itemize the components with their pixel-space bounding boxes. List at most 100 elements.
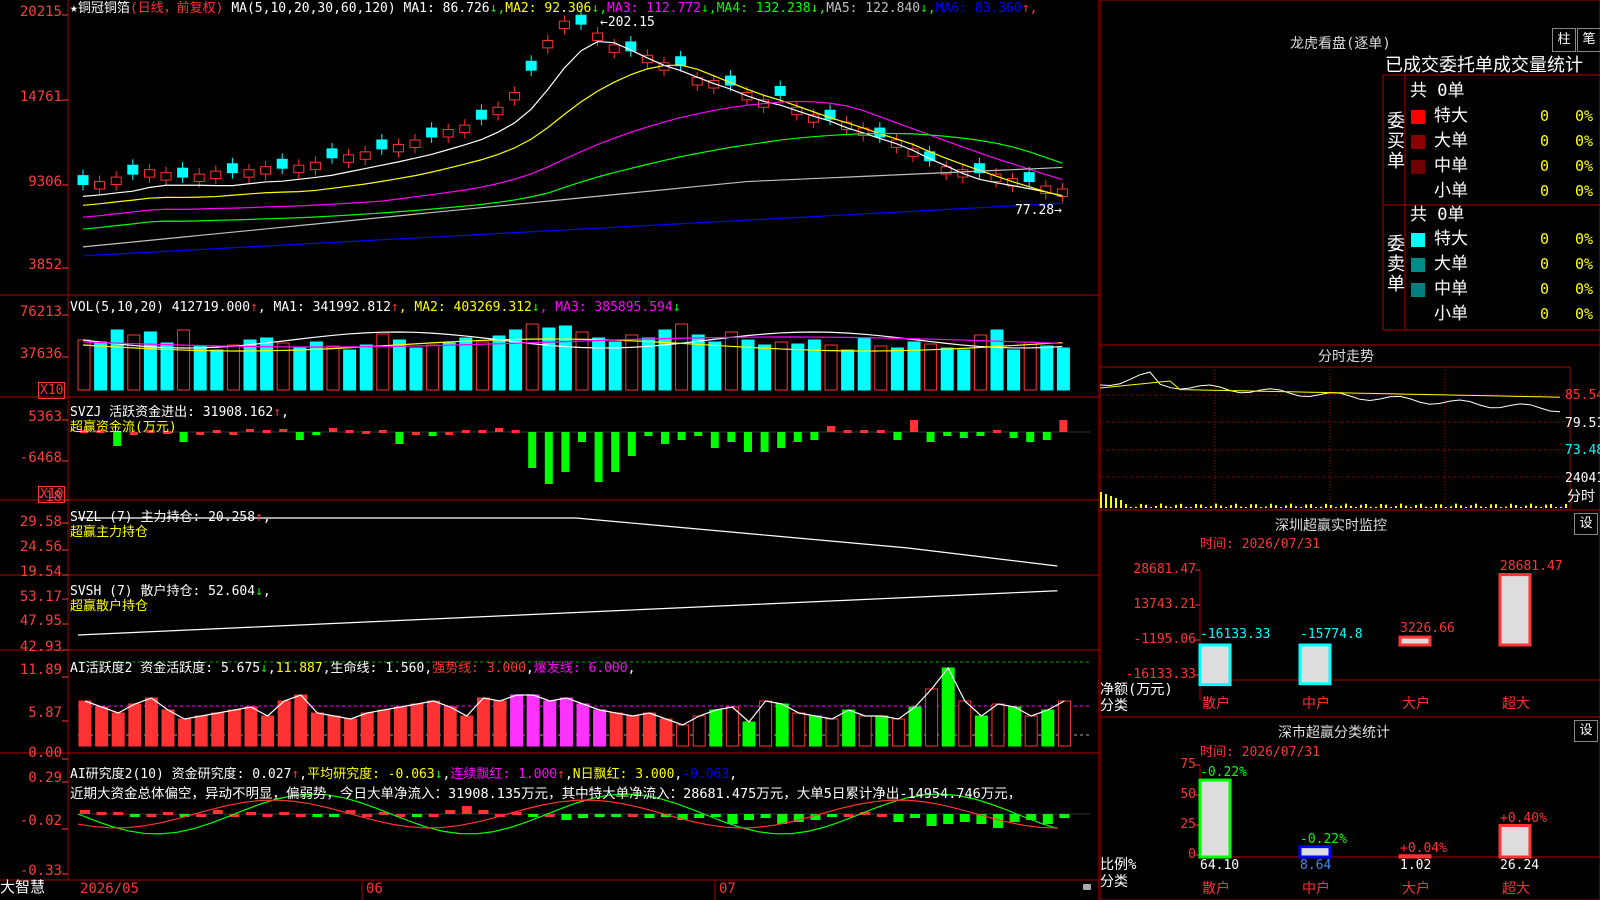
candle-body xyxy=(525,60,537,71)
intraday-vol-bar xyxy=(1125,504,1127,508)
candle-body xyxy=(94,181,106,190)
svzj-bar xyxy=(760,432,769,452)
intraday-vol-bar xyxy=(1105,494,1107,508)
ai-research-bar xyxy=(329,814,339,817)
vol-multiplier: X10 xyxy=(38,382,66,399)
y-tick-label-vol_panel: 37636 xyxy=(19,346,62,362)
order-type-buy: 中单 xyxy=(1434,156,1468,176)
intraday-vol-bar xyxy=(1275,505,1277,508)
volume-bar xyxy=(1040,345,1054,391)
volume-bar xyxy=(625,334,639,391)
candle-body xyxy=(426,127,438,138)
candle-body xyxy=(177,167,189,178)
ai-research-bar xyxy=(827,814,837,817)
ma-arrow-1: ↓, xyxy=(489,1,506,16)
intraday-vol-bar xyxy=(1475,503,1477,508)
ai2-bar xyxy=(659,718,673,747)
ai-research-bar xyxy=(312,814,323,817)
svzj-bar xyxy=(229,432,238,435)
high-price-mark: ←202.15 xyxy=(600,15,655,30)
svzj-bar xyxy=(843,430,852,433)
sz-class-settings-button[interactable]: 设 xyxy=(1574,720,1598,742)
volume-bar xyxy=(708,341,722,391)
candle-body xyxy=(309,161,321,171)
szcls-bar xyxy=(1498,824,1532,859)
volume-bar xyxy=(874,345,888,391)
intraday-vol-bar xyxy=(1525,505,1527,508)
candle-body xyxy=(575,14,587,25)
svzj-bar xyxy=(943,432,952,436)
stock-name[interactable]: 铜冠铜箔 xyxy=(78,1,130,16)
intraday-vol-bar xyxy=(1445,507,1447,508)
vol-ma-arrow-2: ↓ xyxy=(531,300,540,315)
intraday-vol-bar xyxy=(1310,504,1312,508)
tick-mode-button[interactable]: 笔 xyxy=(1577,28,1600,52)
intraday-vol-bar xyxy=(1395,506,1397,508)
svzj-bar xyxy=(495,428,503,432)
volume-bar xyxy=(758,344,772,391)
intraday-vol-bar xyxy=(1295,506,1297,508)
ai-research-bar xyxy=(727,814,738,824)
bar-mode-button[interactable]: 柱 xyxy=(1552,28,1576,52)
szcls-bar-value: 8.64 xyxy=(1300,858,1332,873)
svzj-bar xyxy=(395,432,404,444)
intraday-vol-bar xyxy=(1405,505,1407,508)
ai2-bar xyxy=(543,700,557,747)
order-type-buy: 大单 xyxy=(1434,131,1468,151)
intraday-vol-bar xyxy=(1325,503,1327,508)
ai-research-bar xyxy=(611,814,622,817)
y-tick-label-svzj_panel: 5363 xyxy=(28,409,62,425)
svzj-bar xyxy=(561,432,570,472)
longhu-title: 龙虎看盘(逐单) xyxy=(1290,36,1391,52)
y-tick-label-svsh_panel: 42.93 xyxy=(19,639,62,655)
ai2-bar xyxy=(891,718,905,747)
intraday-vol-bar xyxy=(1205,507,1207,508)
candle-body xyxy=(160,172,172,181)
chart-canvas[interactable] xyxy=(0,0,1100,900)
szcls-bar-change: -0.22% xyxy=(1200,765,1247,781)
volume-bar xyxy=(226,344,240,391)
intraday-vol-bar xyxy=(1185,506,1187,508)
y-tick-label-ai_research_panel: 0.29 xyxy=(28,770,62,786)
intraday-vol-bar xyxy=(1515,505,1517,508)
kline-area[interactable]: ★铜冠铜箔(日线，前复权) MA(5,10,20,30,60,120) MA1:… xyxy=(0,0,1100,900)
volume-bar xyxy=(243,339,257,391)
volume-bar xyxy=(1007,349,1021,391)
szcls-bar xyxy=(1198,778,1232,859)
y-tick-label-svsh_panel: 53.17 xyxy=(19,589,62,605)
svzj-bar xyxy=(727,432,736,442)
order-count-buy: 0 xyxy=(1540,132,1550,150)
vol-ma-arrow-1: ↑ xyxy=(390,300,399,315)
szmon-cat: 大户 xyxy=(1402,696,1430,712)
svzj-bar xyxy=(893,432,902,440)
intraday-y-tick: 79.51 xyxy=(1565,416,1600,431)
sz-class-time: 时间: 2026/07/31 xyxy=(1200,745,1320,760)
ai2-bar xyxy=(858,715,872,747)
ai-research-bar xyxy=(694,814,705,818)
szcls-cat: 超大 xyxy=(1502,881,1530,897)
longhu-header: 已成交委托单成交量统计 xyxy=(1385,55,1583,76)
sz-monitor-settings-button[interactable]: 设 xyxy=(1574,513,1598,535)
szcls-cat: 大户 xyxy=(1402,881,1430,897)
intraday-vol-bar xyxy=(1380,503,1382,508)
svzj-bar xyxy=(544,432,553,484)
y-tick-label-svzl_panel: 24.56 xyxy=(19,539,62,555)
ai2-bar xyxy=(908,706,922,747)
svzj-bar xyxy=(926,432,935,442)
ma-value-4: MA4: 132.238 xyxy=(716,1,811,16)
ai2-bar xyxy=(792,712,806,747)
sz-monitor-xlabel: 分类 xyxy=(1100,698,1128,714)
volume-bar xyxy=(1056,347,1070,391)
period-label[interactable]: (日线，前复权) xyxy=(130,1,224,16)
svzl-header: SVZL (7) 主力持仓: 20.258↑, xyxy=(70,510,271,525)
favorite-star-icon[interactable]: ★ xyxy=(70,1,78,16)
order-type-sell: 中单 xyxy=(1434,279,1468,299)
intraday-vol-bar xyxy=(1390,507,1392,508)
y-tick-label-ai2_panel: 5.87 xyxy=(28,705,62,721)
intraday-vol-bar xyxy=(1255,504,1257,508)
ai2-bar xyxy=(211,712,225,747)
svzj-bar xyxy=(246,429,254,432)
ai-research-bar xyxy=(1042,814,1053,824)
szmon-y-tick: -1195.06 xyxy=(1133,632,1196,647)
candle-body xyxy=(376,139,388,150)
